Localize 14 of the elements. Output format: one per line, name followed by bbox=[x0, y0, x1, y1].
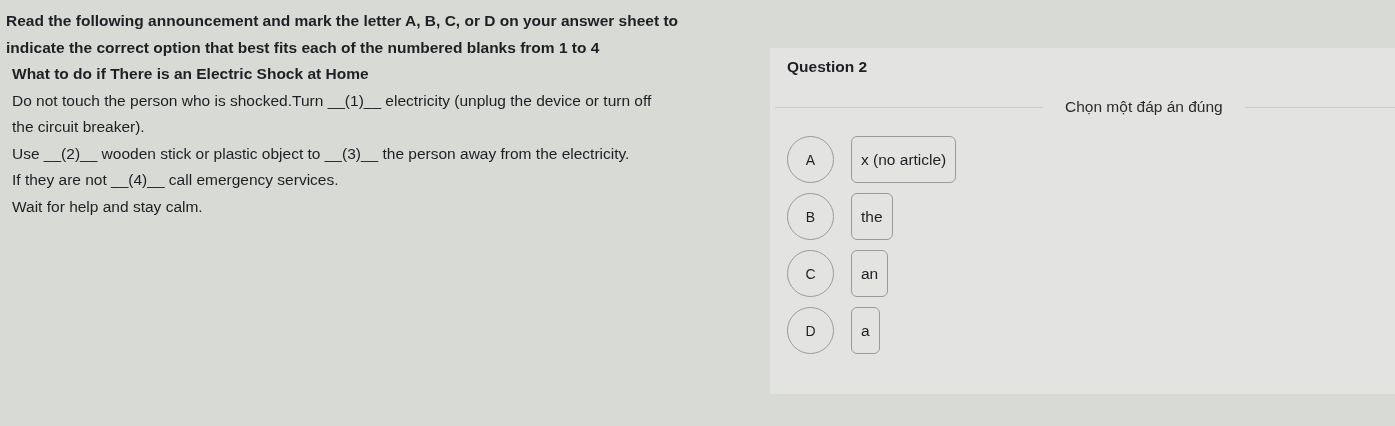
instruction-text: Chọn một đáp án đúng bbox=[1065, 98, 1223, 116]
answer-option[interactable]: a bbox=[851, 307, 880, 354]
passage-text: Do not touch the person who is shocked.Turn __(1)__ electricity (unplug the device or turn off bbox=[12, 90, 652, 111]
passage-text: If they are not __(4)__ call emergency services. bbox=[12, 170, 339, 190]
answer-option[interactable]: the bbox=[851, 193, 893, 240]
passage-text: the circuit breaker). bbox=[12, 117, 145, 137]
passage-title: What to do if There is an Electric Shock at Home bbox=[12, 64, 369, 84]
instruction-text: indicate the correct option that best fits each of the numbered blanks from 1 to 4 bbox=[6, 37, 600, 58]
instruction-text: Read the following announcement and mark the letter A, B, C, or D on your answer sheet to bbox=[6, 11, 679, 31]
answer-option[interactable]: x (no article) bbox=[851, 136, 957, 183]
passage-text: Wait for help and stay calm. bbox=[12, 196, 203, 217]
passage-text: Use __(2)__ wooden stick or plastic object to __(3)__ the person away from the electricity. bbox=[12, 143, 630, 164]
answer-option[interactable]: an bbox=[851, 250, 889, 297]
question-title: Question 2 bbox=[787, 58, 869, 77]
